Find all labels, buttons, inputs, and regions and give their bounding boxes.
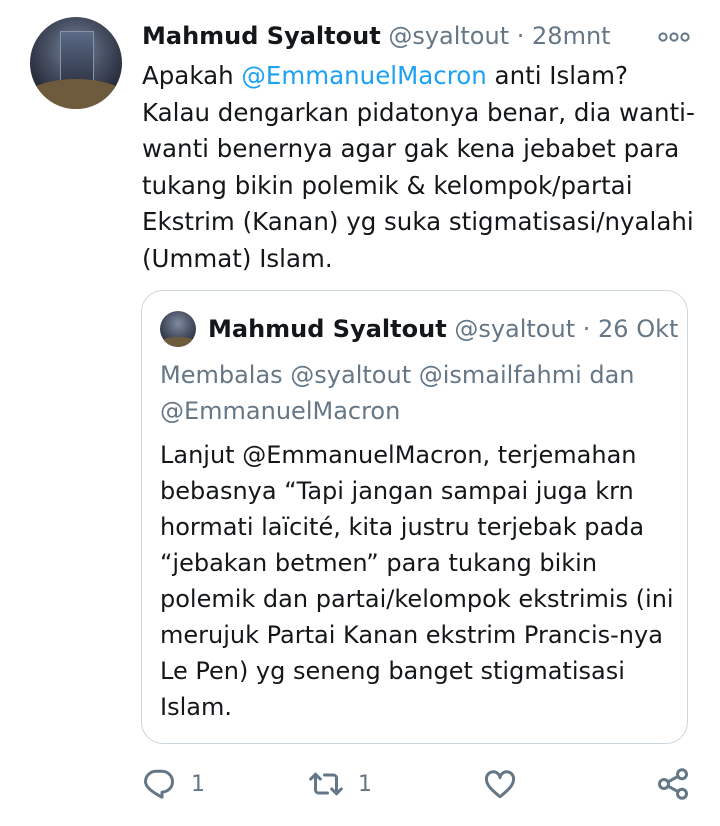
quoted-timestamp[interactable]: 26 Okt bbox=[598, 315, 678, 343]
tweet-text-start: Apakah bbox=[142, 61, 242, 90]
reply-count: 1 bbox=[191, 771, 205, 797]
reply-icon bbox=[144, 769, 174, 799]
author-avatar[interactable] bbox=[30, 17, 122, 109]
tweet-actions: 1 1 bbox=[0, 760, 720, 810]
quoted-tweet-text: Lanjut @EmmanuelMacron, terjemahan bebas… bbox=[160, 441, 674, 721]
like-button[interactable] bbox=[482, 764, 518, 804]
reply-button[interactable]: 1 bbox=[141, 764, 205, 804]
author-handle[interactable]: @syaltout bbox=[388, 22, 509, 50]
tweet-header: Mahmud Syaltout @syaltout · 28mnt bbox=[142, 20, 611, 52]
reply-context: Membalas @syaltout @ismailfahmi dan @Emm… bbox=[160, 361, 635, 425]
retweet-icon bbox=[309, 772, 343, 796]
tweet-timestamp[interactable]: 28mnt bbox=[532, 22, 611, 50]
tweet-text-rest: anti Islam? Kalau dengarkan pidatonya be… bbox=[142, 61, 695, 273]
separator-dot: · bbox=[516, 22, 525, 50]
quoted-tweet-header: Mahmud Syaltout @syaltout · 26 Okt bbox=[208, 313, 678, 345]
tweet-text: Apakah @EmmanuelMacron anti Islam? Kalau… bbox=[142, 58, 702, 277]
more-icon[interactable] bbox=[658, 22, 690, 50]
quoted-author-name[interactable]: Mahmud Syaltout bbox=[208, 315, 447, 343]
quoted-tweet[interactable]: Mahmud Syaltout @syaltout · 26 Okt Memba… bbox=[141, 290, 688, 744]
author-name[interactable]: Mahmud Syaltout bbox=[142, 22, 381, 50]
mention-link[interactable]: @EmmanuelMacron bbox=[241, 61, 486, 90]
quoted-author-handle[interactable]: @syaltout bbox=[454, 315, 575, 343]
quoted-author-avatar[interactable] bbox=[160, 311, 196, 347]
share-icon bbox=[658, 768, 688, 800]
quoted-separator-dot: · bbox=[582, 315, 591, 343]
retweet-count: 1 bbox=[358, 771, 372, 797]
retweet-button[interactable]: 1 bbox=[308, 764, 372, 804]
share-button[interactable] bbox=[655, 764, 691, 804]
like-icon bbox=[484, 770, 516, 799]
